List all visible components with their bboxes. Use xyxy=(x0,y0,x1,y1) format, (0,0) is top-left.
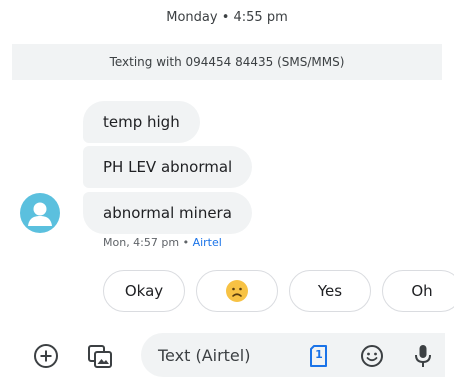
carrier-label: Airtel xyxy=(192,236,222,249)
suggestion-chip-emoji[interactable] xyxy=(196,270,278,312)
add-icon[interactable] xyxy=(33,343,59,369)
gallery-icon[interactable] xyxy=(86,342,114,370)
person-icon xyxy=(28,202,52,226)
message-timestamp: Mon, 4:57 pm • Airtel xyxy=(103,236,222,249)
suggestion-chip-okay[interactable]: Okay xyxy=(103,270,185,312)
contact-avatar[interactable] xyxy=(20,193,60,233)
suggestion-label: Oh xyxy=(411,282,433,300)
conversation-date: Monday • 4:55 pm xyxy=(166,10,288,25)
suggestion-chip-oh[interactable]: Oh xyxy=(382,270,454,312)
suggestion-chip-yes[interactable]: Yes xyxy=(289,270,371,312)
sms-info-banner: Texting with 094454 84435 (SMS/MMS) xyxy=(12,44,442,80)
message-text: temp high xyxy=(103,113,180,131)
emoji-icon[interactable] xyxy=(360,344,384,368)
sim-number: 1 xyxy=(315,348,323,361)
banner-text: Texting with 094454 84435 (SMS/MMS) xyxy=(109,55,345,69)
message-bubble[interactable]: PH LEV abnormal xyxy=(83,146,253,188)
message-bubble[interactable]: temp high xyxy=(83,101,200,143)
message-bubble[interactable]: abnormal minera xyxy=(83,192,252,234)
mic-icon[interactable] xyxy=(412,343,434,369)
sad-face-emoji-icon xyxy=(226,280,248,302)
message-text: PH LEV abnormal xyxy=(103,158,233,176)
compose-placeholder[interactable]: Text (Airtel) xyxy=(158,346,250,365)
suggestion-label: Okay xyxy=(124,282,164,300)
message-text: abnormal minera xyxy=(103,204,232,222)
timestamp-text: Mon, 4:57 pm • xyxy=(103,236,193,249)
sim-icon[interactable]: 1 xyxy=(308,344,330,368)
suggestion-label: Yes xyxy=(317,282,343,300)
